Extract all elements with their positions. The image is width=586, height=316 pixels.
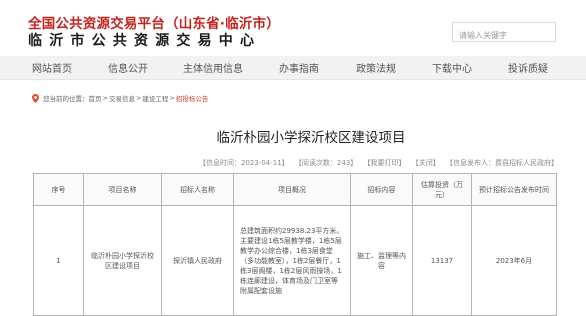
col-header-tenderer: 招标人名称: [161, 173, 234, 206]
breadcrumb: 您当前的位置： 首页 > 交易信息 > 建设工程 > 招投标公告: [32, 93, 208, 103]
location-pin-icon: [32, 93, 39, 103]
meta-date: 【信息时间：2023-04-11】: [199, 159, 289, 167]
nav-item-info[interactable]: 信息公开: [108, 60, 148, 75]
close-link[interactable]: 【关闭】: [412, 159, 440, 167]
breadcrumb-trade-info[interactable]: 交易信息: [109, 93, 135, 103]
breadcrumb-separator: >: [135, 94, 142, 102]
meta-views: 【阅读次数：243】: [294, 159, 358, 167]
breadcrumb-construction[interactable]: 建设工程: [142, 93, 168, 103]
breadcrumb-current: 招投标公告: [175, 95, 209, 103]
col-header-name: 项目名称: [83, 173, 162, 206]
main-nav: 网站首页 信息公开 主体信用信息 办事指南 政策法规 下载中心 投诉质疑: [0, 56, 586, 80]
col-header-index: 序号: [33, 173, 84, 206]
table-header-row: 序号 项目名称 招标人名称 项目概况 招标内容 估算投资（万元） 预计招标公告发…: [33, 173, 557, 206]
breadcrumb-home[interactable]: 首页: [89, 93, 102, 103]
nav-item-download[interactable]: 下载中心: [432, 60, 472, 75]
meta-publisher: 【信息发布人：费县招标人民政府】: [446, 159, 558, 167]
cell-project-name: 临沂朴园小学探沂校区建设项目: [83, 205, 162, 316]
breadcrumb-prefix: 您当前的位置：: [43, 95, 89, 103]
project-table: 序号 项目名称 招标人名称 项目概况 招标内容 估算投资（万元） 预计招标公告发…: [33, 173, 557, 316]
cell-publish-time: 2023年6月: [471, 205, 557, 316]
cell-index: 1: [33, 205, 84, 316]
col-header-investment: 估算投资（万元）: [412, 173, 472, 206]
table-row: 1 临沂朴园小学探沂校区建设项目 探沂镇人民政府 总建筑面积约29938.23平…: [33, 205, 557, 316]
article-meta: 【信息时间：2023-04-11】 【阅读次数：243】 【我要打印】 【关闭】…: [195, 158, 558, 168]
cell-overview: 总建筑面积约29938.23平方米。主要建设1栋5层教学楼，1栋5层教学办公综合…: [233, 205, 351, 316]
nav-item-guide[interactable]: 办事指南: [279, 60, 319, 75]
breadcrumb-separator: >: [102, 94, 108, 102]
breadcrumb-separator: >: [169, 94, 175, 102]
col-header-publish-time: 预计招标公告发布时间: [471, 173, 557, 206]
nav-item-credit[interactable]: 主体信用信息: [183, 60, 243, 75]
cell-content: 施工、监理等内容: [350, 205, 413, 316]
article-title: 临沂朴园小学探沂校区建设项目: [216, 130, 406, 146]
cell-investment: 13137: [412, 205, 472, 316]
site-title: 全国公共资源交易平台（山东省·临沂市）: [28, 16, 280, 32]
search-box[interactable]: [452, 22, 556, 45]
col-header-content: 招标内容: [350, 173, 413, 206]
nav-item-home[interactable]: 网站首页: [32, 60, 72, 75]
col-header-overview: 项目概况: [233, 173, 351, 206]
print-link[interactable]: 【我要打印】: [364, 159, 406, 167]
site-header: 全国公共资源交易平台（山东省·临沂市） 临沂市公共资源交易中心: [0, 0, 586, 56]
cell-tenderer: 探沂镇人民政府: [161, 205, 234, 316]
center-name: 临沂市公共资源交易中心: [28, 33, 262, 49]
nav-item-policy[interactable]: 政策法规: [356, 60, 396, 75]
nav-item-complaint[interactable]: 投诉质疑: [508, 60, 548, 75]
search-input[interactable]: [453, 26, 555, 45]
